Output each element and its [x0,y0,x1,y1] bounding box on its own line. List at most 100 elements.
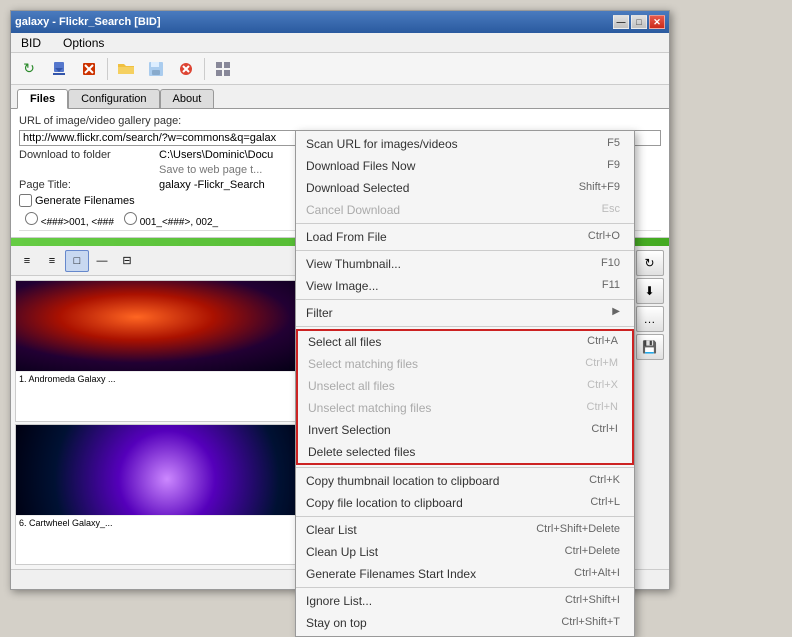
list-item[interactable]: 1. Andromeda Galaxy ... [15,280,319,422]
window-controls: — □ ✕ [613,15,665,29]
cm-cancel-download: Cancel Download Esc [296,199,634,221]
right-btn-2[interactable]: ⬇ [636,278,664,304]
cm-select-all-label: Select all files [308,335,381,349]
cm-clean-up-list-label: Clean Up List [306,545,378,559]
small-thumb-btn[interactable]: — [90,250,114,272]
radio-1-label: <###>001, <### [25,212,114,228]
cm-clean-up-list-shortcut: Ctrl+Delete [565,545,620,559]
tab-about[interactable]: About [160,89,215,108]
cm-invert-selection[interactable]: Invert Selection Ctrl+I [298,419,632,441]
cm-sep-7 [296,587,634,588]
main-toolbar: ↻ [11,53,669,85]
cm-stay-on-top-label: Stay on top [306,616,367,630]
cm-cancel-download-shortcut: Esc [602,203,620,217]
context-menu: Scan URL for images/videos F5 Download F… [295,130,635,637]
refresh-button[interactable]: ↻ [15,56,43,82]
cm-select-all[interactable]: Select all files Ctrl+A [298,331,632,353]
generate-filenames-text: Generate Filenames [35,195,135,207]
cm-filter-label: Filter [306,306,333,320]
right-panel: ↻ ⬇ … 💾 [629,246,669,569]
cm-download-selected-shortcut: Shift+F9 [579,181,620,195]
radio-2-label: 001_<###>, 002_ [124,212,218,228]
thumb-image-6 [16,425,318,515]
cm-copy-thumb-loc-shortcut: Ctrl+K [589,474,620,488]
cm-unselect-all-shortcut: Ctrl+X [587,379,618,393]
cm-sep-4 [296,326,634,327]
delete-button[interactable] [172,56,200,82]
close-button[interactable]: ✕ [649,15,665,29]
list-view-btn[interactable]: ≡ [15,250,39,272]
menu-bar: BID Options [11,33,669,53]
folder-button[interactable] [112,56,140,82]
cm-delete-selected[interactable]: Delete selected files [298,441,632,463]
cm-load-from-file[interactable]: Load From File Ctrl+O [296,226,634,248]
window-title: galaxy - Flickr_Search [BID] [15,16,161,28]
cm-unselect-all-label: Unselect all files [308,379,395,393]
cm-load-from-file-shortcut: Ctrl+O [588,230,620,244]
cm-invert-selection-label: Invert Selection [308,423,391,437]
page-title-label: Page Title: [19,179,159,191]
cm-scan-url[interactable]: Scan URL for images/videos F5 [296,133,634,155]
right-btn-1[interactable]: ↻ [636,250,664,276]
cm-clean-up-list[interactable]: Clean Up List Ctrl+Delete [296,541,634,563]
cm-delete-selected-label: Delete selected files [308,445,415,459]
radio-2[interactable] [124,212,137,225]
thumb-image-1 [16,281,318,371]
cm-view-thumbnail[interactable]: View Thumbnail... F10 [296,253,634,275]
cm-unselect-all: Unselect all files Ctrl+X [298,375,632,397]
cm-view-thumbnail-shortcut: F10 [601,257,620,271]
radio-1-text: <###>001, <### [41,217,114,228]
cm-ignore-list-label: Ignore List... [306,594,372,608]
cm-stay-on-top[interactable]: Stay on top Ctrl+Shift+T [296,612,634,634]
cm-sep-6 [296,516,634,517]
download-button[interactable] [45,56,73,82]
cm-sep-2 [296,250,634,251]
cm-generate-index[interactable]: Generate Filenames Start Index Ctrl+Alt+… [296,563,634,585]
menu-options[interactable]: Options [57,35,110,51]
list-item[interactable]: 6. Cartwheel Galaxy_... [15,424,319,566]
tab-files[interactable]: Files [17,89,68,109]
page-title-value: galaxy -Flickr_Search [159,179,265,191]
toolbar-sep-1 [107,58,108,80]
cm-view-image[interactable]: View Image... F11 [296,275,634,297]
cm-clear-list-shortcut: Ctrl+Shift+Delete [536,523,620,537]
cm-view-image-label: View Image... [306,279,378,293]
folder-value: C:\Users\Dominic\Docu [159,149,273,161]
cm-download-selected[interactable]: Download Selected Shift+F9 [296,177,634,199]
cm-copy-file-loc-shortcut: Ctrl+L [590,496,620,510]
folder-label: Download to folder [19,149,159,161]
detail-view-btn[interactable]: ≡ [40,250,64,272]
grid-button[interactable] [209,56,237,82]
radio-1[interactable] [25,212,38,225]
url-label: URL of image/video gallery page: [19,115,181,127]
minimize-button[interactable]: — [613,15,629,29]
cm-sep-3 [296,299,634,300]
maximize-button[interactable]: □ [631,15,647,29]
generate-filenames-checkbox[interactable] [19,194,32,207]
save-button[interactable] [142,56,170,82]
tab-configuration[interactable]: Configuration [68,89,159,108]
stop-button[interactable] [75,56,103,82]
cm-ignore-list[interactable]: Ignore List... Ctrl+Shift+I [296,590,634,612]
cm-select-all-shortcut: Ctrl+A [587,335,618,349]
menu-bid[interactable]: BID [15,35,47,51]
cm-scan-url-shortcut: F5 [607,137,620,151]
cm-filter[interactable]: Filter ▶ [296,302,634,324]
cm-clear-list-label: Clear List [306,523,357,537]
cm-sep-5 [296,467,634,468]
cm-copy-thumb-loc[interactable]: Copy thumbnail location to clipboard Ctr… [296,470,634,492]
cm-view-image-shortcut: F11 [602,279,620,293]
cm-copy-file-loc[interactable]: Copy file location to clipboard Ctrl+L [296,492,634,514]
right-btn-3[interactable]: … [636,306,664,332]
right-btn-4[interactable]: 💾 [636,334,664,360]
fit-btn[interactable]: ⊟ [115,250,139,272]
thumb-view-btn[interactable]: □ [65,250,89,272]
cm-clear-list[interactable]: Clear List Ctrl+Shift+Delete [296,519,634,541]
title-bar: galaxy - Flickr_Search [BID] — □ ✕ [11,11,669,33]
cm-view-thumbnail-label: View Thumbnail... [306,257,401,271]
cm-download-now-label: Download Files Now [306,159,415,173]
cm-download-selected-label: Download Selected [306,181,409,195]
cm-copy-file-loc-label: Copy file location to clipboard [306,496,463,510]
cm-copy-thumb-loc-label: Copy thumbnail location to clipboard [306,474,499,488]
cm-download-now[interactable]: Download Files Now F9 [296,155,634,177]
